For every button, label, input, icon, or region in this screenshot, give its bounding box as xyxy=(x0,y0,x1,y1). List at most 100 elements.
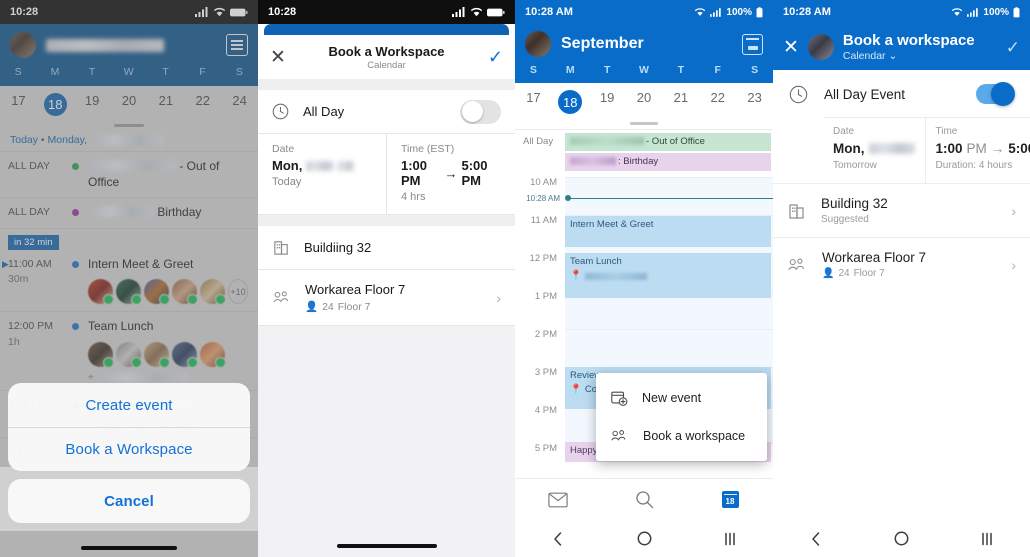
cancel-button[interactable]: Cancel xyxy=(8,479,250,523)
hour-label: 3 PM xyxy=(534,366,557,378)
time-duration: 4 hrs xyxy=(401,191,426,203)
time-start: 1:00 PM xyxy=(401,158,428,188)
workspace-text: Workarea Floor 7 👤 24 Floor 7 xyxy=(822,250,997,279)
date-cell[interactable]: 20 xyxy=(626,90,663,114)
home-icon[interactable] xyxy=(859,531,945,546)
weekday-row: S M T W T F S xyxy=(515,64,773,83)
building-text: Building 32 Suggested xyxy=(821,196,997,225)
signal-icon xyxy=(452,7,465,17)
all-day-label: All Day xyxy=(523,136,554,147)
battery-icon xyxy=(1013,6,1020,17)
workspace-row[interactable]: Workarea Floor 7 👤 24 Floor 7 › xyxy=(773,237,1030,291)
check-icon[interactable]: ✓ xyxy=(1006,39,1020,56)
workspace-meta: 👤 24 Floor 7 xyxy=(305,300,483,314)
status-icons: 100% xyxy=(951,7,1020,18)
date-cell[interactable]: 19 xyxy=(589,90,626,114)
workspace-name: Workarea Floor 7 xyxy=(305,282,406,297)
date-field[interactable]: Date Mon, Tomorrow xyxy=(823,118,925,183)
all-day-row[interactable]: All Day xyxy=(258,90,515,134)
chevron-right-icon[interactable]: › xyxy=(1011,257,1016,273)
month-title[interactable]: September xyxy=(561,35,644,53)
close-icon[interactable]: ✕ xyxy=(270,48,286,67)
status-bar: 10:28 xyxy=(258,0,515,24)
close-icon[interactable]: ✕ xyxy=(783,38,799,57)
time-value: 1:00 PM → 5:00 PM xyxy=(401,158,501,188)
workspace-icon xyxy=(611,430,626,441)
workspace-row[interactable]: Workarea Floor 7 👤 24 Floor 7 › xyxy=(258,270,515,326)
back-icon[interactable] xyxy=(515,531,601,547)
date-redacted xyxy=(868,143,915,154)
time-field[interactable]: Time 1:00 PM → 5:00 PM Duration: 4 hours xyxy=(924,118,1030,183)
status-icons xyxy=(452,7,505,17)
create-event-button[interactable]: Create event xyxy=(8,383,250,427)
building-row[interactable]: Buildiing 32 xyxy=(258,226,515,270)
building-icon xyxy=(274,241,288,255)
avatar[interactable] xyxy=(525,31,551,57)
sheet-title: Book a Workspace xyxy=(328,43,445,59)
date-time-row: Date Mon, Tomorrow Time 1:00 PM → 5:00 P… xyxy=(823,117,1030,183)
date-cell[interactable]: 21 xyxy=(662,90,699,114)
date-cell[interactable]: 17 xyxy=(515,90,552,114)
menu-item-new-event[interactable]: New event xyxy=(596,379,767,417)
header-row: September xyxy=(515,24,773,64)
person-icon: 👤 xyxy=(305,301,319,313)
action-sheet: Create event Book a Workspace Cancel xyxy=(8,383,250,531)
grid-event[interactable]: Team Lunch 📍 xyxy=(565,252,771,298)
grid-event[interactable]: Intern Meet & Greet xyxy=(565,215,771,247)
panel-android-book-workspace: 10:28 AM 100% ✕ Book a workspace Calenda… xyxy=(773,0,1030,557)
date-field[interactable]: Date Mon, Today xyxy=(258,134,386,214)
hour-row: 2 PM xyxy=(515,328,773,367)
menu-item-book-workspace[interactable]: Book a workspace xyxy=(596,417,767,455)
grid-event-title: Intern Meet & Greet xyxy=(570,218,654,230)
date-cell[interactable]: 22 xyxy=(699,90,736,114)
agenda-view-icon[interactable] xyxy=(742,33,763,55)
date-cell-selected[interactable]: 18 xyxy=(552,90,589,114)
book-workspace-button[interactable]: Book a Workspace xyxy=(8,427,250,471)
battery-percent: 100% xyxy=(726,6,752,18)
all-day-event[interactable]: - Out of Office xyxy=(565,133,771,151)
wifi-icon xyxy=(470,7,483,17)
tab-mail[interactable] xyxy=(515,492,601,508)
time-caption: Time (EST) xyxy=(401,143,455,155)
status-icons: 100% xyxy=(694,7,763,18)
action-sheet-options: Create event Book a Workspace xyxy=(8,383,250,471)
menu-item-label: New event xyxy=(642,391,702,405)
building-name: Buildiing 32 xyxy=(304,240,372,255)
chevron-right-icon[interactable]: › xyxy=(496,290,501,306)
drag-handle[interactable] xyxy=(515,118,773,129)
all-day-row[interactable]: All Day Event xyxy=(773,70,1030,117)
building-row[interactable]: Building 32 Suggested › xyxy=(773,183,1030,237)
people-icon xyxy=(273,291,289,303)
weekday: F xyxy=(714,64,721,76)
date-caption: Date xyxy=(833,126,855,137)
date-caption: Date xyxy=(272,143,295,155)
all-day-toggle[interactable] xyxy=(460,99,501,124)
status-time: 10:28 AM xyxy=(525,6,573,18)
all-day-event[interactable]: : Birthday xyxy=(565,152,771,171)
recents-icon[interactable] xyxy=(944,532,1030,546)
workspace-text: Workarea Floor 7 👤 24 Floor 7 xyxy=(305,282,483,313)
check-icon[interactable]: ✓ xyxy=(488,48,503,66)
time-end: 5:00 xyxy=(1008,141,1030,156)
back-icon[interactable] xyxy=(773,531,859,547)
recents-icon[interactable] xyxy=(687,532,773,546)
account-selector[interactable]: Calendar ⌄ xyxy=(843,50,975,62)
weekday: W xyxy=(639,64,649,76)
action-sheet-cancel-group: Cancel xyxy=(8,479,250,523)
time-arrow-icon: → xyxy=(444,165,458,181)
tab-search[interactable] xyxy=(601,490,687,509)
home-icon[interactable] xyxy=(601,531,687,546)
chevron-right-icon[interactable]: › xyxy=(1011,203,1016,219)
workspace-floor: Floor 7 xyxy=(337,300,371,313)
section-gap xyxy=(258,79,515,90)
screenshot-stage: 10:28 S M T W T F S 17 18 19 20 21 22 24… xyxy=(0,0,1030,557)
date-strip: 17 18 19 20 21 22 23 xyxy=(515,83,773,118)
time-field[interactable]: Time (EST) 1:00 PM → 5:00 PM 4 hrs xyxy=(386,134,515,214)
mail-icon xyxy=(548,492,568,507)
date-cell[interactable]: 23 xyxy=(736,90,773,114)
time-value: 1:00 PM → 5:00 PM xyxy=(936,141,1030,156)
tab-calendar[interactable]: 18 xyxy=(687,491,773,508)
all-day-toggle[interactable] xyxy=(976,82,1015,106)
all-day-events: - Out of Office : Birthday xyxy=(565,133,773,173)
hour-label: 1 PM xyxy=(534,290,557,302)
